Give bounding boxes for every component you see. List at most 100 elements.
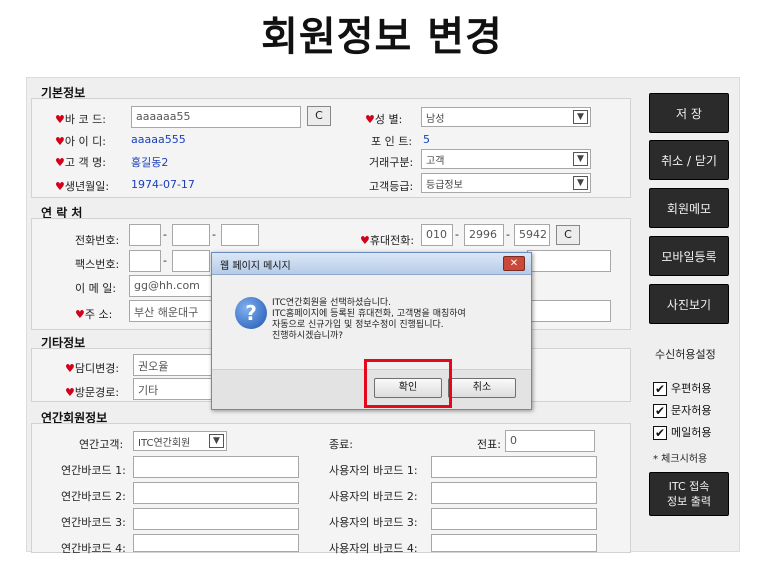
required-heart-icon: ♥: [65, 362, 75, 375]
linked-barcode-input[interactable]: [133, 508, 299, 530]
name-label: ♥고 객 명:: [55, 156, 106, 169]
user-barcode-input[interactable]: [431, 482, 597, 504]
manager-input[interactable]: 권오율: [133, 354, 213, 376]
consent-note: * 체크시허용: [653, 454, 708, 465]
address-detail-input[interactable]: [527, 300, 611, 322]
fax-part1-input[interactable]: [129, 250, 161, 272]
fax-label: 팩스번호:: [75, 258, 120, 271]
required-heart-icon: ♥: [360, 234, 370, 247]
trade-label: 거래구분:: [369, 156, 414, 169]
chevron-down-icon: ▼: [573, 152, 588, 166]
linked-barcode-input[interactable]: [133, 482, 299, 504]
birth-label: ♥생년월일:: [55, 180, 110, 193]
dash: -: [506, 228, 510, 241]
phone-part2-input[interactable]: [172, 224, 210, 246]
consent-title: 수신허용설정: [655, 348, 716, 361]
required-heart-icon: ♥: [75, 308, 85, 321]
mobile-register-button[interactable]: 모바일등록: [649, 236, 729, 276]
dialog-message-line: ITC홈페이지에 등록된 휴대전화, 고객명을 매칭하여: [272, 309, 466, 319]
phone-part1-input[interactable]: [129, 224, 161, 246]
required-heart-icon: ♥: [55, 113, 65, 126]
phone-label: 전화번호:: [75, 234, 120, 247]
itc-info-print-button[interactable]: ITC 접속 정보 출력: [649, 472, 729, 516]
end-label: 종료:: [329, 438, 353, 451]
email-label: 이 메 일:: [75, 282, 117, 295]
dialog-message-line: ITC연간회원을 선택하셨습니다.: [272, 298, 391, 308]
gender-select[interactable]: 남성 ▼: [421, 107, 591, 127]
id-label: ♥아 이 디:: [55, 135, 106, 148]
cancel-button[interactable]: 취소: [448, 378, 516, 398]
point-value: 5: [423, 133, 430, 146]
point-label: 포 인 트:: [371, 135, 413, 148]
question-icon: ?: [235, 297, 267, 329]
ok-button-highlight: [364, 359, 452, 408]
dash: -: [163, 228, 167, 241]
linked-barcode-input[interactable]: [133, 534, 299, 552]
check-icon: ✔: [653, 382, 667, 396]
required-heart-icon: ♥: [55, 156, 65, 169]
linked-barcode-label: 연간바코드 2:: [61, 490, 126, 503]
address-label: ♥주 소:: [75, 308, 113, 321]
close-icon[interactable]: ✕: [503, 256, 525, 271]
phone-part3-input[interactable]: [221, 224, 259, 246]
barcode-clear-button[interactable]: C: [307, 106, 331, 126]
itc-button-line1: ITC 접속: [668, 480, 710, 493]
linked-barcode-input[interactable]: [133, 456, 299, 478]
trade-select[interactable]: 고객 ▼: [421, 149, 591, 169]
ticket-label: 전표:: [477, 438, 501, 451]
linked-barcode-label: 연간바코드 3:: [61, 516, 126, 529]
itc-button-line2: 정보 출력: [667, 495, 711, 508]
user-barcode-label: 사용자의 바코드 1:: [329, 464, 418, 477]
dash: -: [212, 228, 216, 241]
cancel-close-button[interactable]: 취소 / 닫기: [649, 140, 729, 180]
manager-label: ♥담디변경:: [65, 362, 120, 375]
user-barcode-input[interactable]: [431, 534, 597, 552]
mobile-extra-input[interactable]: [527, 250, 611, 272]
user-barcode-input[interactable]: [431, 508, 597, 530]
dash: -: [163, 254, 167, 267]
user-barcode-label: 사용자의 바코드 4:: [329, 542, 418, 555]
mobile-clear-button[interactable]: C: [556, 225, 580, 245]
fax-part2-input[interactable]: [172, 250, 210, 272]
id-value: aaaaa555: [131, 133, 186, 146]
dialog-titlebar: 웹 페이지 메시지 ✕: [212, 253, 531, 275]
linked-customer-label: 연간고객:: [79, 438, 124, 451]
dash: -: [455, 228, 459, 241]
sms-consent-checkbox[interactable]: ✔ 문자허용: [653, 402, 711, 418]
mobile-part2-input[interactable]: 2996: [464, 224, 504, 246]
linked-barcode-label: 연간바코드 4:: [61, 542, 126, 555]
user-barcode-input[interactable]: [431, 456, 597, 478]
required-heart-icon: ♥: [55, 135, 65, 148]
visit-label: ♥방문경로:: [65, 386, 120, 399]
linked-customer-select[interactable]: ITC연간회원 ▼: [133, 431, 227, 451]
chevron-down-icon: ▼: [573, 110, 588, 124]
member-memo-button[interactable]: 회원메모: [649, 188, 729, 228]
dialog-title: 웹 페이지 메시지: [220, 261, 291, 272]
mobile-label: ♥휴대전화:: [360, 234, 415, 247]
email-consent-checkbox[interactable]: ✔ 메일허용: [653, 424, 711, 440]
gender-label: ♥성 별:: [365, 113, 403, 126]
grade-label: 고객등급:: [369, 180, 414, 193]
check-icon: ✔: [653, 426, 667, 440]
barcode-label: ♥바 코 드:: [55, 113, 106, 126]
grade-select[interactable]: 등급정보 ▼: [421, 173, 591, 193]
chevron-down-icon: ▼: [209, 434, 224, 448]
postal-consent-checkbox[interactable]: ✔ 우편허용: [653, 380, 711, 396]
dialog-message: ITC연간회원을 선택하셨습니다. ITC홈페이지에 등록된 휴대전화, 고객명…: [272, 298, 466, 342]
ticket-input[interactable]: 0: [505, 430, 595, 452]
mobile-part1-input[interactable]: 010: [421, 224, 453, 246]
user-barcode-label: 사용자의 바코드 2:: [329, 490, 418, 503]
photo-view-button[interactable]: 사진보기: [649, 284, 729, 324]
dialog-message-line: 진행하시겠습니까?: [272, 331, 344, 341]
visit-input[interactable]: 기타: [133, 378, 213, 400]
chevron-down-icon: ▼: [573, 176, 588, 190]
required-heart-icon: ♥: [55, 180, 65, 193]
birth-value: 1974-07-17: [131, 178, 195, 191]
required-heart-icon: ♥: [65, 386, 75, 399]
barcode-input[interactable]: aaaaaa55: [131, 106, 301, 128]
mobile-part3-input[interactable]: 5942: [514, 224, 550, 246]
save-button[interactable]: 저 장: [649, 93, 729, 133]
check-icon: ✔: [653, 404, 667, 418]
dialog-message-line: 자동으로 신규가입 및 정보수정이 진행됩니다.: [272, 320, 444, 330]
page-title: 회원정보 변경: [261, 14, 503, 60]
